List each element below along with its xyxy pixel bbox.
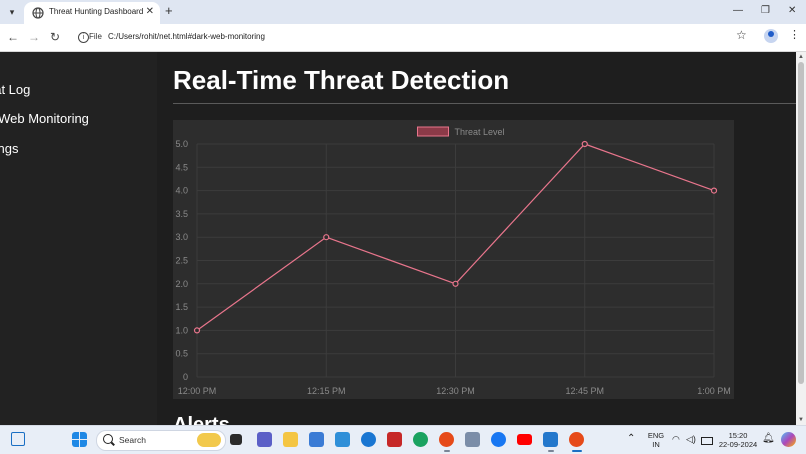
windows-start-icon[interactable] [72,432,87,447]
chrome-icon[interactable] [439,432,454,447]
star-icon[interactable]: ☆ [736,28,747,42]
back-arrow-icon[interactable]: ← [5,29,21,45]
y-tick-label: 0 [183,372,188,382]
scroll-up-arrow-icon[interactable]: ▲ [798,54,804,60]
edge-dev-icon[interactable] [361,432,376,447]
legend-label: Threat Level [455,127,505,137]
y-tick-label: 1.5 [175,302,188,312]
kebab-menu-icon[interactable]: ⋮ [789,28,800,41]
data-point [323,234,330,241]
y-tick-label: 4.5 [175,162,188,172]
facebook-icon[interactable] [491,432,506,447]
title-divider [173,103,796,104]
data-point [581,140,588,148]
clock-time: 15:20 [728,431,748,440]
page-title: Real-Time Threat Detection [173,65,510,95]
page-viewport: eat Log k Web Monitoring tings Real-Time… [0,52,796,425]
close-window-button[interactable]: ✕ [788,4,796,18]
address-bar[interactable]: i File C:/Users/rohit/net.html#dark-web-… [70,27,782,48]
restore-button[interactable]: ❐ [761,4,770,18]
app-icon[interactable] [335,432,350,447]
x-tick-label: 12:00 PM [178,386,217,396]
vscode-icon[interactable] [543,432,558,447]
language-indicator[interactable]: ENG IN [646,431,666,449]
x-tick-label: 12:15 PM [307,386,346,396]
language-code: ENG [647,431,665,440]
search-icon [103,434,113,444]
search-placeholder: Search [119,435,146,445]
tray-chevron-icon[interactable]: ⌃ [627,434,635,444]
x-tick-label: 1:00 PM [697,386,731,396]
x-tick-label: 12:45 PM [565,386,604,396]
app-icon-2[interactable] [465,432,480,447]
taskbar-search[interactable]: Search [96,430,226,451]
y-tick-label: 1.0 [175,325,188,335]
mcafee-icon[interactable] [387,432,402,447]
info-icon[interactable]: i [78,32,89,43]
tab-close-icon[interactable]: ✕ [146,6,154,18]
minimize-button[interactable]: — [733,4,743,18]
forward-arrow-icon[interactable]: → [26,29,42,45]
y-tick-label: 4.0 [175,186,188,196]
y-tick-label: 2.5 [175,256,188,266]
volume-icon[interactable]: ◁) [686,435,696,444]
search-highlight-icon [197,433,221,447]
y-tick-label: 3.5 [175,209,188,219]
task-view-icon[interactable] [230,434,242,445]
address-url[interactable]: C:/Users/rohit/net.html#dark-web-monitor… [108,32,265,41]
main-content: Real-Time Threat Detection 0 0.5 1.0 1.5 2.0… [157,52,796,425]
x-tick-label: 12:30 PM [436,386,475,396]
wifi-icon[interactable]: ◠ [672,435,680,444]
store-icon[interactable] [309,432,324,447]
reload-icon[interactable]: ↻ [47,29,63,45]
language-region: IN [652,440,660,449]
youtube-icon[interactable] [517,434,532,445]
file-scheme-label: File [89,32,102,41]
file-explorer-icon[interactable] [283,432,298,447]
legend-swatch [417,126,449,137]
browser-toolbar: ← → ↻ i File C:/Users/rohit/net.html#dar… [0,24,806,52]
vscode-running-indicator [548,450,554,452]
notification-bell-icon[interactable]: 🔔︎ [762,434,775,444]
copilot-icon[interactable] [781,432,796,447]
clock[interactable]: 15:20 22-09-2024 [718,431,758,449]
y-tick-label: 3.0 [175,232,188,242]
sidebar-item-settings[interactable]: tings [0,141,18,156]
scrollbar-thumb[interactable] [798,62,804,384]
chrome-running-indicator [444,450,450,452]
data-point [193,327,201,334]
battery-icon[interactable] [701,437,713,445]
tab-search-icon[interactable]: ▾ [4,4,20,20]
clock-date: 22-09-2024 [718,440,758,449]
browser-tab-strip: ▾ Threat Hunting Dashboard ✕ + — ❐ ✕ [0,0,806,24]
threat-chart-card: 0 0.5 1.0 1.5 2.0 2.5 3.0 3.5 4.0 4.5 5.0 12:00 PM 1… [173,120,734,399]
windows-taskbar: Search ⌃ ENG IN ◠ ◁) 15:20 22-09-2024 🔔︎ [0,425,806,454]
new-tab-button[interactable]: + [165,3,173,19]
threat-level-chart: 0 0.5 1.0 1.5 2.0 2.5 3.0 3.5 4.0 4.5 5.0 12:00 PM 1… [175,126,731,396]
chrome-active-icon[interactable] [569,432,584,447]
y-tick-label: 0.5 [175,349,188,359]
tab-title: Threat Hunting Dashboard [49,7,144,16]
teams-icon[interactable] [257,432,272,447]
page-scrollbar[interactable]: ▲ ▼ [796,52,806,425]
data-point [710,187,718,194]
profile-icon[interactable] [764,29,778,43]
scroll-down-arrow-icon[interactable]: ▼ [798,417,804,423]
y-tick-label: 2.0 [175,279,188,289]
chrome-active-indicator [572,450,582,452]
alerts-heading: Alerts [173,414,230,425]
browser-tab[interactable]: Threat Hunting Dashboard ✕ [24,2,160,24]
sidebar-item-dark-web-monitoring[interactable]: k Web Monitoring [0,111,89,126]
data-point [452,280,459,287]
sidebar-item-threat-log[interactable]: eat Log [0,82,30,97]
sidebar: eat Log k Web Monitoring tings [0,52,157,425]
globe-icon [32,7,44,19]
y-tick-label: 5.0 [175,139,188,149]
edge-icon[interactable] [413,432,428,447]
widgets-icon[interactable] [11,432,25,446]
